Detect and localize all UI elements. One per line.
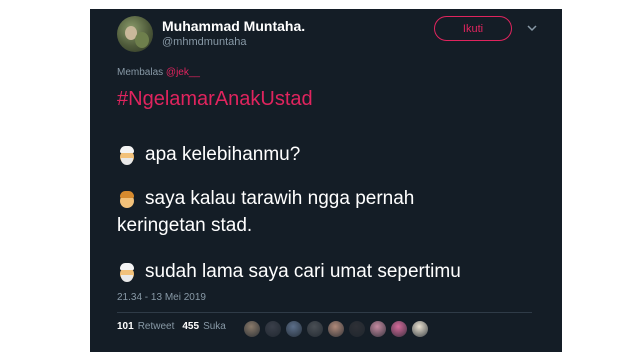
tweet-line-text: sudah lama saya cari umat sepertimu	[145, 261, 461, 282]
liker-avatar[interactable]	[306, 320, 324, 338]
liker-avatar[interactable]	[369, 320, 387, 338]
tweet-line-text: keringetan stad.	[117, 215, 253, 236]
follow-button[interactable]: Ikuti	[434, 16, 512, 41]
divider	[117, 312, 532, 313]
old-man-cap-icon	[117, 145, 137, 165]
tweet-line-text: saya kalau tarawih ngga pernah	[145, 188, 415, 209]
tweet-line-text: apa kelebihanmu?	[145, 144, 301, 165]
author-handle[interactable]: @mhmdmuntaha	[162, 36, 247, 48]
reply-prefix: Membalas	[117, 67, 164, 78]
tweet-timestamp[interactable]: 21.34 - 13 Mei 2019	[117, 292, 206, 303]
liker-avatars	[243, 320, 432, 338]
liker-avatar[interactable]	[348, 320, 366, 338]
chevron-down-icon[interactable]	[527, 24, 537, 32]
reply-mention-link[interactable]: @jek__	[166, 67, 200, 78]
old-man-cap-icon	[117, 262, 137, 282]
reply-context: Membalas @jek__	[117, 67, 200, 78]
like-label[interactable]: Suka	[203, 321, 226, 332]
hashtag-link[interactable]: #NgelamarAnakUstad	[117, 88, 313, 111]
liker-avatar[interactable]	[243, 320, 261, 338]
liker-avatar[interactable]	[411, 320, 429, 338]
tweet-card: Muhammad Muntaha. @mhmdmuntaha Ikuti Mem…	[90, 9, 562, 352]
retweet-count[interactable]: 101	[117, 321, 134, 332]
avatar[interactable]	[117, 16, 153, 52]
retweet-label[interactable]: Retweet	[138, 321, 175, 332]
author-display-name[interactable]: Muhammad Muntaha.	[162, 18, 305, 34]
like-count[interactable]: 455	[182, 321, 199, 332]
liker-avatar[interactable]	[264, 320, 282, 338]
liker-avatar[interactable]	[390, 320, 408, 338]
boy-icon	[117, 189, 137, 209]
tweet-line: saya kalau tarawih ngga pernah	[117, 188, 414, 210]
tweet-line: apa kelebihanmu?	[117, 144, 300, 166]
engagement-stats: 101 Retweet 455 Suka	[117, 321, 226, 332]
liker-avatar[interactable]	[327, 320, 345, 338]
tweet-line: keringetan stad.	[117, 215, 252, 237]
liker-avatar[interactable]	[285, 320, 303, 338]
tweet-line: sudah lama saya cari umat sepertimu	[117, 261, 461, 283]
